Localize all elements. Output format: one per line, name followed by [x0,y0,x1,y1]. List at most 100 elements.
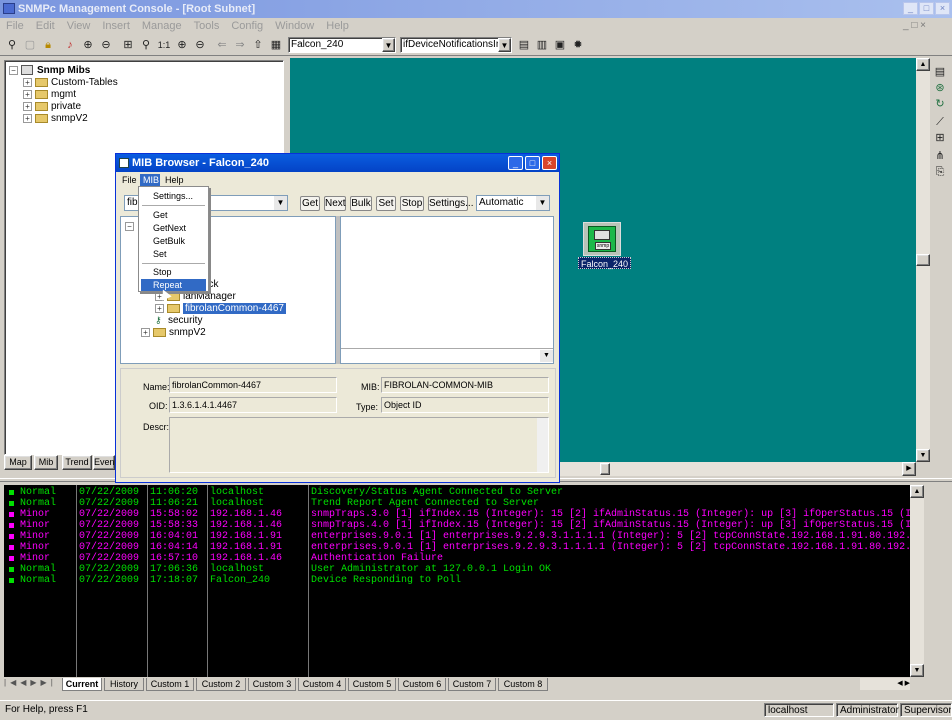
chevron-down-icon[interactable]: ▼ [540,350,553,362]
menu-edit[interactable]: Edit [30,18,61,34]
chart-icon[interactable]: ▥ [534,37,550,53]
tree-item[interactable]: + mgmt [23,89,76,101]
bulk-button[interactable]: Bulk [350,196,372,211]
collapse-icon[interactable]: − [9,65,18,75]
binoculars-icon[interactable]: ⚲ [4,37,20,53]
tree-item-selected[interactable]: + fibrolanCommon-4467 [155,303,286,315]
log-row[interactable]: Minor 07/22/2009 15:58:33 192.168.1.46 snmpT… [4,520,917,531]
log-tab[interactable]: Custom 4 [298,678,346,691]
menu-help[interactable]: Help [320,18,355,34]
chevron-down-icon[interactable]: ▼ [536,196,549,210]
log-tab[interactable]: Custom 3 [248,678,296,691]
log-row[interactable]: Minor 07/22/2009 16:04:01 192.168.1.91 enter… [4,531,917,542]
log-vscrollbar[interactable]: ▲ ▼ [910,485,924,677]
tree-item[interactable]: + private [23,101,81,113]
type-field[interactable]: Object ID [381,397,549,413]
expand-icon[interactable]: + [141,327,150,337]
close-button[interactable]: × [935,2,950,15]
map-icon[interactable]: ▦ [268,37,284,53]
log-row[interactable]: Normal 07/22/2009 17:06:36 localhost User Ad… [4,564,910,575]
down-circle-icon[interactable]: ⊛ [932,80,948,96]
pane-splitter[interactable] [336,216,340,364]
next-button[interactable]: Next [324,196,346,211]
zoom-plus-icon[interactable]: ⊕ [174,37,190,53]
oid-field[interactable]: 1.3.6.1.4.1.4467 [169,397,337,413]
minimize-button[interactable]: _ [903,2,918,15]
properties-icon[interactable]: ▣ [552,37,568,53]
menu-item-get[interactable]: Get [141,209,206,221]
zoom-in-icon[interactable]: ⊕ [80,37,96,53]
log-row[interactable]: Minor 07/22/2009 16:57:10 192.168.1.46 Authe… [4,553,910,564]
descr-field[interactable] [169,417,549,473]
log-row[interactable]: Minor 07/22/2009 16:04:14 192.168.1.91 enter… [4,542,917,553]
set-button[interactable]: Set [376,196,396,211]
log-tab[interactable]: Custom 6 [398,678,446,691]
menu-item-getbulk[interactable]: GetBulk [141,235,206,247]
log-tab[interactable]: History [104,678,144,691]
expand-icon[interactable]: + [155,303,164,313]
link-icon[interactable]: ⟋ [932,114,948,130]
scroll-up-icon[interactable]: ▲ [910,485,924,498]
scroll-up-icon[interactable]: ▲ [916,58,930,71]
actual-size-icon[interactable]: 1:1 [156,37,172,53]
tab-event[interactable]: Even [93,455,115,470]
tree-item[interactable]: + snmpV2 [141,327,206,339]
map-vscrollbar[interactable]: ▲ ▼ [916,58,930,462]
tree-root[interactable]: − Snmp Mibs [9,65,90,77]
mib-result-pane[interactable]: ▼ [340,216,554,364]
expand-icon[interactable]: + [23,101,32,111]
network-icon[interactable]: ⊞ [932,130,948,146]
maximize-button[interactable]: □ [525,156,540,170]
magnify-icon[interactable]: ⚲ [138,37,154,53]
menu-file[interactable]: File [0,18,30,34]
tree-item[interactable]: ⚷ security [155,315,202,327]
menu-manage[interactable]: Manage [136,18,188,34]
table-icon[interactable]: ▤ [516,37,532,53]
forward-arrow-icon[interactable]: ⇒ [232,37,248,53]
close-button[interactable]: × [542,156,557,170]
device-combo[interactable]: Falcon_240 ▼ [288,37,396,53]
maximize-button[interactable]: □ [919,2,934,15]
menu-item-settings[interactable]: Settings... [141,190,206,202]
menu-item-repeat[interactable]: Repeat [141,279,206,291]
tab-nav-arrows[interactable]: |◀◀▶▶| [4,678,60,690]
list-icon[interactable]: ▤ [932,64,948,80]
minimize-button[interactable]: _ [508,156,523,170]
log-row[interactable]: Normal 07/22/2009 17:18:07 Falcon_240 Device… [4,575,910,586]
tab-mib[interactable]: Mib [34,455,58,470]
log-tab[interactable]: Custom 8 [498,678,548,691]
bell-icon[interactable]: ♪ [62,37,78,53]
tab-trend[interactable]: Trend [62,455,92,470]
stop-button[interactable]: Stop [400,196,424,211]
tree-icon[interactable]: ⋔ [932,148,948,164]
up-folder-icon[interactable]: ⇧ [250,37,266,53]
mib-field[interactable]: FIBROLAN-COMMON-MIB [381,377,549,393]
log-tab[interactable]: Custom 7 [448,678,496,691]
expand-icon[interactable]: + [23,77,32,87]
export-icon[interactable]: ⎘ [932,164,948,180]
log-tab[interactable]: Current [62,678,102,691]
log-row[interactable]: Normal 07/22/2009 11:06:20 localhost Discove… [4,487,910,498]
grid-icon[interactable]: ⊞ [120,37,136,53]
back-arrow-icon[interactable]: ⇐ [214,37,230,53]
result-combo[interactable]: ▼ [341,348,553,363]
device-node[interactable]: snmp [583,222,621,256]
chevron-down-icon[interactable]: ▼ [274,196,287,210]
menu-item-set[interactable]: Set [141,248,206,260]
mode-combo[interactable]: Automatic ▼ [476,195,550,211]
menu-view[interactable]: View [61,18,97,34]
menu-item-getnext[interactable]: GetNext [141,222,206,234]
log-tab[interactable]: Custom 1 [146,678,194,691]
menu-insert[interactable]: Insert [96,18,136,34]
log-row[interactable]: Normal 07/22/2009 11:06:21 localhost Trend R… [4,498,910,509]
tab-map[interactable]: Map [4,455,32,470]
get-button[interactable]: Get [300,196,320,211]
scroll-thumb[interactable] [916,254,930,266]
map-hscrollbar[interactable]: ▶ [560,462,916,476]
scroll-down-icon[interactable]: ▼ [910,664,924,677]
zoom-out-icon[interactable]: ⊖ [98,37,114,53]
scroll-thumb[interactable] [600,463,610,475]
log-row[interactable]: Minor 07/22/2009 15:58:02 192.168.1.46 snmpT… [4,509,917,520]
log-tab[interactable]: Custom 2 [196,678,246,691]
zoom-minus-icon[interactable]: ⊖ [192,37,208,53]
